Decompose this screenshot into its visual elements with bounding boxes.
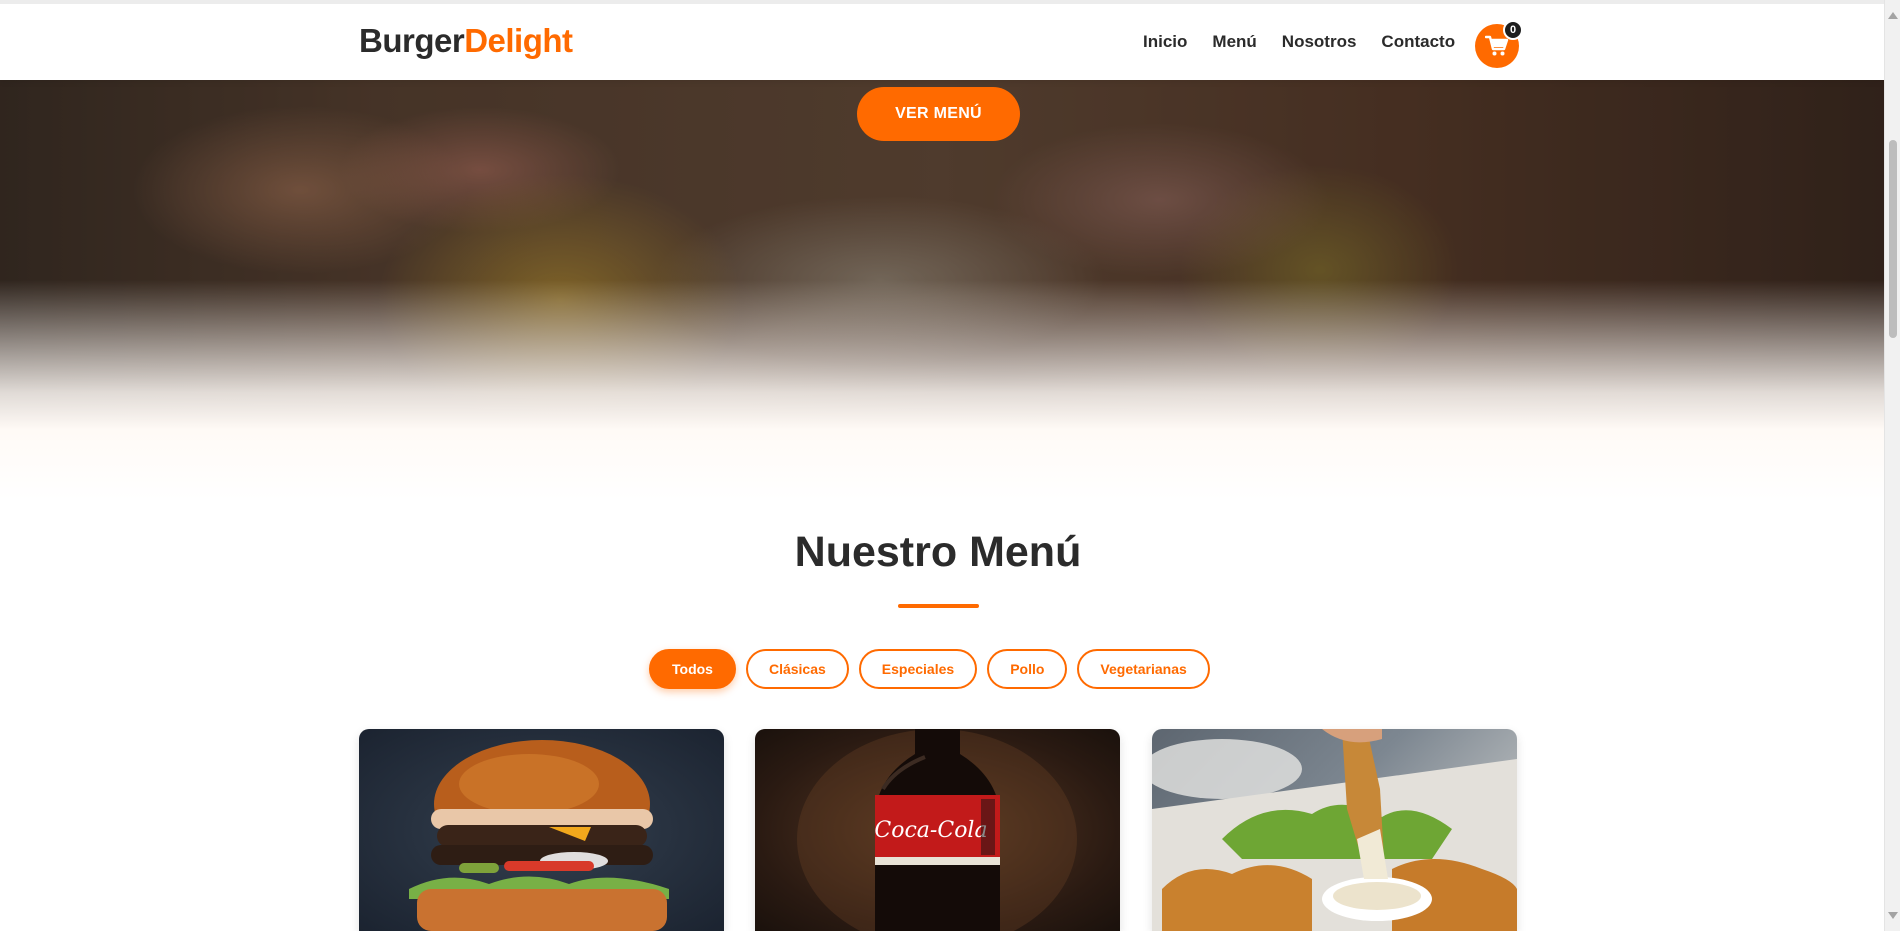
filter-pollo[interactable]: Pollo <box>987 649 1068 689</box>
logo-burger-text: Burger <box>359 22 465 59</box>
menu-card-burger[interactable] <box>359 729 724 931</box>
ver-menu-button[interactable]: VER MENÚ <box>857 87 1020 141</box>
category-filters: Todos Clásicas Especiales Pollo Vegetari… <box>649 649 1210 689</box>
page-scrollbar[interactable] <box>1884 0 1900 931</box>
scroll-up-arrow-icon[interactable] <box>1888 12 1898 19</box>
site-header: BurgerDelight Inicio Menú Nosotros Conta… <box>0 0 1884 80</box>
nav-link-menu[interactable]: Menú <box>1212 32 1256 52</box>
coca-cola-label-text: Coca-Cola <box>874 818 987 843</box>
cart-count-badge: 0 <box>1503 20 1523 40</box>
shopping-cart-icon <box>1485 35 1509 56</box>
nav-link-nosotros[interactable]: Nosotros <box>1282 32 1357 52</box>
burger-photo <box>409 740 669 931</box>
title-underline <box>898 604 979 608</box>
nav-link-inicio[interactable]: Inicio <box>1143 32 1187 52</box>
logo[interactable]: BurgerDelight <box>359 22 573 60</box>
hero-fade <box>0 430 1884 500</box>
page: BurgerDelight Inicio Menú Nosotros Conta… <box>0 0 1884 931</box>
filter-todos[interactable]: Todos <box>649 649 736 689</box>
nav-link-contacto[interactable]: Contacto <box>1381 32 1455 52</box>
chicken-tenders-photo <box>1152 729 1517 931</box>
filter-vegetarianas[interactable]: Vegetarianas <box>1077 649 1210 689</box>
filter-especiales[interactable]: Especiales <box>858 649 978 689</box>
cart-button[interactable]: 0 <box>1475 20 1523 68</box>
coca-cola-bottle-photo: Coca-Cola <box>797 729 1077 931</box>
scrollbar-thumb[interactable] <box>1889 140 1897 338</box>
logo-delight-text: Delight <box>464 22 573 59</box>
menu-card-chicken[interactable] <box>1152 729 1517 931</box>
section-title: Nuestro Menú <box>794 528 1082 576</box>
hero-banner: VER MENÚ <box>0 80 1884 430</box>
filter-clasicas[interactable]: Clásicas <box>745 649 849 689</box>
main-nav: Inicio Menú Nosotros Contacto <box>1143 32 1455 52</box>
menu-card-drink[interactable]: Coca-Cola <box>755 729 1120 931</box>
scroll-down-arrow-icon[interactable] <box>1888 912 1898 919</box>
